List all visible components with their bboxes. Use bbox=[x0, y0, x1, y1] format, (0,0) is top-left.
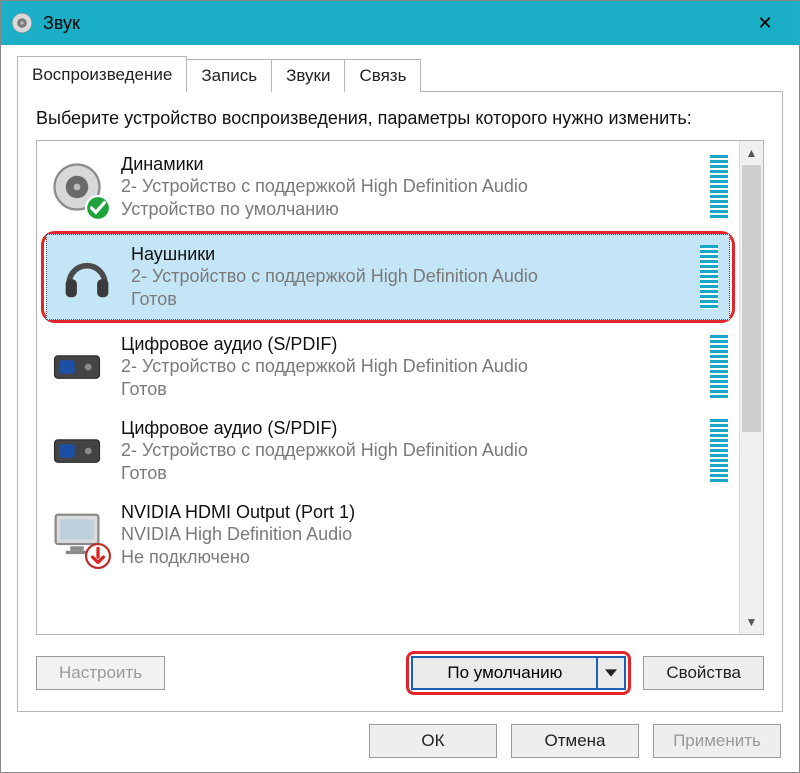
window-title: Звук bbox=[43, 13, 80, 34]
list-item[interactable]: Наушники 2- Устройство с поддержкой High… bbox=[46, 234, 730, 320]
device-line2: 2- Устройство с поддержкой High Definiti… bbox=[121, 355, 693, 378]
client-area: Воспроизведение Запись Звуки Связь Выбер… bbox=[1, 45, 799, 772]
ok-button[interactable]: ОК bbox=[369, 724, 497, 758]
device-list-box: Динамики 2- Устройство с поддержкой High… bbox=[36, 140, 764, 635]
scroll-thumb[interactable] bbox=[742, 165, 761, 432]
device-status: Готов bbox=[131, 288, 683, 311]
set-default-button[interactable]: По умолчанию bbox=[413, 658, 598, 688]
list-item[interactable]: Цифровое аудио (S/PDIF) 2- Устройство с … bbox=[37, 325, 739, 409]
close-button[interactable]: ✕ bbox=[737, 1, 793, 45]
level-meter bbox=[707, 333, 731, 401]
level-meter bbox=[697, 243, 721, 311]
scroll-up-button[interactable]: ▲ bbox=[740, 141, 763, 165]
digital-audio-icon bbox=[47, 337, 107, 397]
instruction-text: Выберите устройство воспроизведения, пар… bbox=[36, 106, 764, 130]
titlebar[interactable]: Звук ✕ bbox=[1, 1, 799, 45]
dialog-button-row: ОК Отмена Применить bbox=[1, 712, 799, 772]
cancel-button[interactable]: Отмена bbox=[511, 724, 639, 758]
configure-button[interactable]: Настроить bbox=[36, 656, 165, 690]
device-status: Не подключено bbox=[121, 546, 693, 569]
tab-recording[interactable]: Запись bbox=[186, 59, 272, 92]
device-line2: 2- Устройство с поддержкой High Definiti… bbox=[121, 175, 693, 198]
device-status: Устройство по умолчанию bbox=[121, 198, 693, 221]
device-title: Динамики bbox=[121, 154, 693, 175]
sound-app-icon bbox=[11, 12, 33, 34]
scrollbar[interactable]: ▲ ▼ bbox=[739, 141, 763, 634]
device-title: Наушники bbox=[131, 244, 683, 265]
scroll-down-button[interactable]: ▼ bbox=[740, 610, 763, 634]
device-status: Готов bbox=[121, 378, 693, 401]
apply-button[interactable]: Применить bbox=[653, 724, 781, 758]
device-list[interactable]: Динамики 2- Устройство с поддержкой High… bbox=[37, 141, 739, 634]
device-title: Цифровое аудио (S/PDIF) bbox=[121, 334, 693, 355]
tab-strip: Воспроизведение Запись Звуки Связь bbox=[17, 55, 783, 91]
list-item[interactable]: NVIDIA HDMI Output (Port 1) NVIDIA High … bbox=[37, 493, 739, 577]
tab-sounds[interactable]: Звуки bbox=[271, 59, 345, 92]
sound-dialog: Звук ✕ Воспроизведение Запись Звуки Связ… bbox=[0, 0, 800, 773]
tab-page-playback: Выберите устройство воспроизведения, пар… bbox=[17, 91, 783, 712]
scroll-track[interactable] bbox=[740, 165, 763, 610]
device-line2: 2- Устройство с поддержкой High Definiti… bbox=[121, 439, 693, 462]
default-check-icon bbox=[85, 195, 111, 221]
device-status: Готов bbox=[121, 462, 693, 485]
set-default-split-button[interactable]: По умолчанию bbox=[411, 656, 626, 690]
tab-playback[interactable]: Воспроизведение bbox=[17, 56, 187, 92]
headphones-icon bbox=[57, 247, 117, 307]
device-title: Цифровое аудио (S/PDIF) bbox=[121, 418, 693, 439]
level-meter bbox=[707, 153, 731, 221]
tab-communications[interactable]: Связь bbox=[344, 59, 421, 92]
device-line2: 2- Устройство с поддержкой High Definiti… bbox=[131, 265, 683, 288]
device-title: NVIDIA HDMI Output (Port 1) bbox=[121, 502, 693, 523]
level-meter-empty bbox=[707, 501, 731, 569]
annotation-set-default: По умолчанию bbox=[406, 651, 631, 695]
level-meter bbox=[707, 417, 731, 485]
disconnected-icon bbox=[85, 543, 111, 569]
properties-button[interactable]: Свойства bbox=[643, 656, 764, 690]
list-item[interactable]: Цифровое аудио (S/PDIF) 2- Устройство с … bbox=[37, 409, 739, 493]
monitor-icon bbox=[47, 505, 107, 565]
annotation-selected-device: Наушники 2- Устройство с поддержкой High… bbox=[41, 231, 735, 323]
digital-audio-icon bbox=[47, 421, 107, 481]
speaker-icon bbox=[47, 157, 107, 217]
set-default-dropdown-arrow[interactable] bbox=[598, 658, 624, 688]
device-line2: NVIDIA High Definition Audio bbox=[121, 523, 693, 546]
list-item[interactable]: Динамики 2- Устройство с поддержкой High… bbox=[37, 145, 739, 229]
action-row: Настроить По умолчанию Свойства bbox=[36, 651, 764, 695]
